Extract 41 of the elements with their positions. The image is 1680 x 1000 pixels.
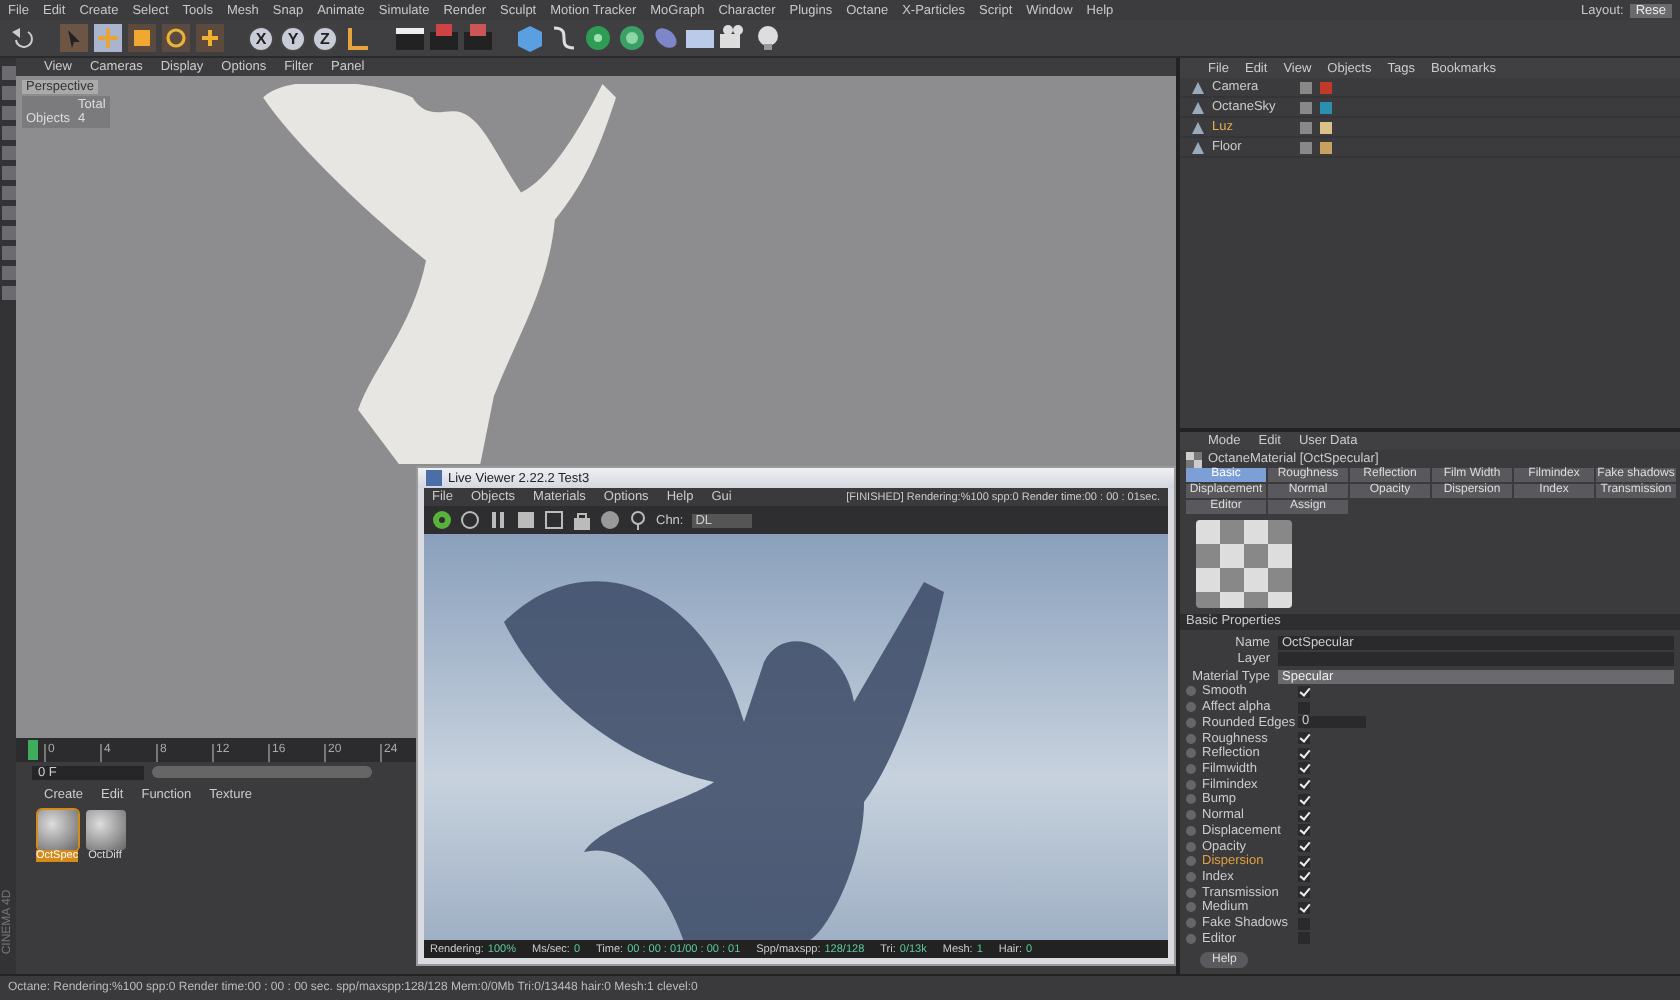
checkbox[interactable] bbox=[1298, 747, 1310, 760]
checkbox[interactable] bbox=[1298, 855, 1310, 868]
rotate-icon[interactable] bbox=[162, 24, 190, 52]
checkbox[interactable] bbox=[1298, 809, 1310, 822]
sphere-icon[interactable] bbox=[600, 510, 620, 530]
checkbox[interactable] bbox=[1298, 824, 1310, 837]
checkbox[interactable] bbox=[1298, 778, 1310, 791]
checkbox[interactable] bbox=[1298, 685, 1310, 698]
cube-icon[interactable] bbox=[516, 24, 544, 52]
checkbox[interactable] bbox=[1298, 901, 1310, 914]
checkbox[interactable] bbox=[1298, 762, 1310, 775]
camera-icon[interactable] bbox=[720, 24, 748, 52]
material-thumbnail[interactable] bbox=[37, 810, 77, 850]
axis-button[interactable]: X bbox=[248, 25, 274, 51]
undo-icon[interactable] bbox=[8, 24, 36, 52]
app-icon bbox=[426, 470, 442, 486]
axis-button[interactable]: Y bbox=[280, 25, 306, 51]
axis-button[interactable]: Z bbox=[312, 25, 338, 51]
pointer-icon[interactable] bbox=[60, 24, 88, 52]
material-preview bbox=[1196, 520, 1292, 609]
text-field[interactable] bbox=[1278, 652, 1674, 667]
pause-icon[interactable] bbox=[488, 510, 508, 530]
checkbox[interactable] bbox=[1298, 840, 1310, 852]
checkbox[interactable] bbox=[1298, 886, 1310, 899]
stop-icon[interactable] bbox=[516, 510, 536, 530]
material-thumbnail[interactable] bbox=[85, 810, 125, 850]
capsule-icon[interactable] bbox=[652, 24, 680, 52]
coordinate-icon[interactable] bbox=[344, 24, 372, 52]
pin-icon[interactable] bbox=[628, 510, 648, 530]
checkbox[interactable] bbox=[1298, 793, 1310, 806]
material-icon bbox=[1186, 451, 1202, 468]
scale-icon[interactable] bbox=[128, 24, 156, 52]
spline-icon[interactable] bbox=[550, 24, 578, 52]
lock-icon[interactable] bbox=[572, 510, 592, 530]
lightbulb-icon[interactable] bbox=[754, 24, 782, 52]
restart-icon[interactable] bbox=[460, 510, 480, 530]
checkbox[interactable] bbox=[1298, 870, 1310, 883]
region-icon[interactable] bbox=[544, 510, 564, 530]
clapper-icon[interactable] bbox=[396, 24, 424, 52]
checkbox[interactable] bbox=[1298, 732, 1310, 745]
plus-icon[interactable] bbox=[196, 24, 224, 52]
